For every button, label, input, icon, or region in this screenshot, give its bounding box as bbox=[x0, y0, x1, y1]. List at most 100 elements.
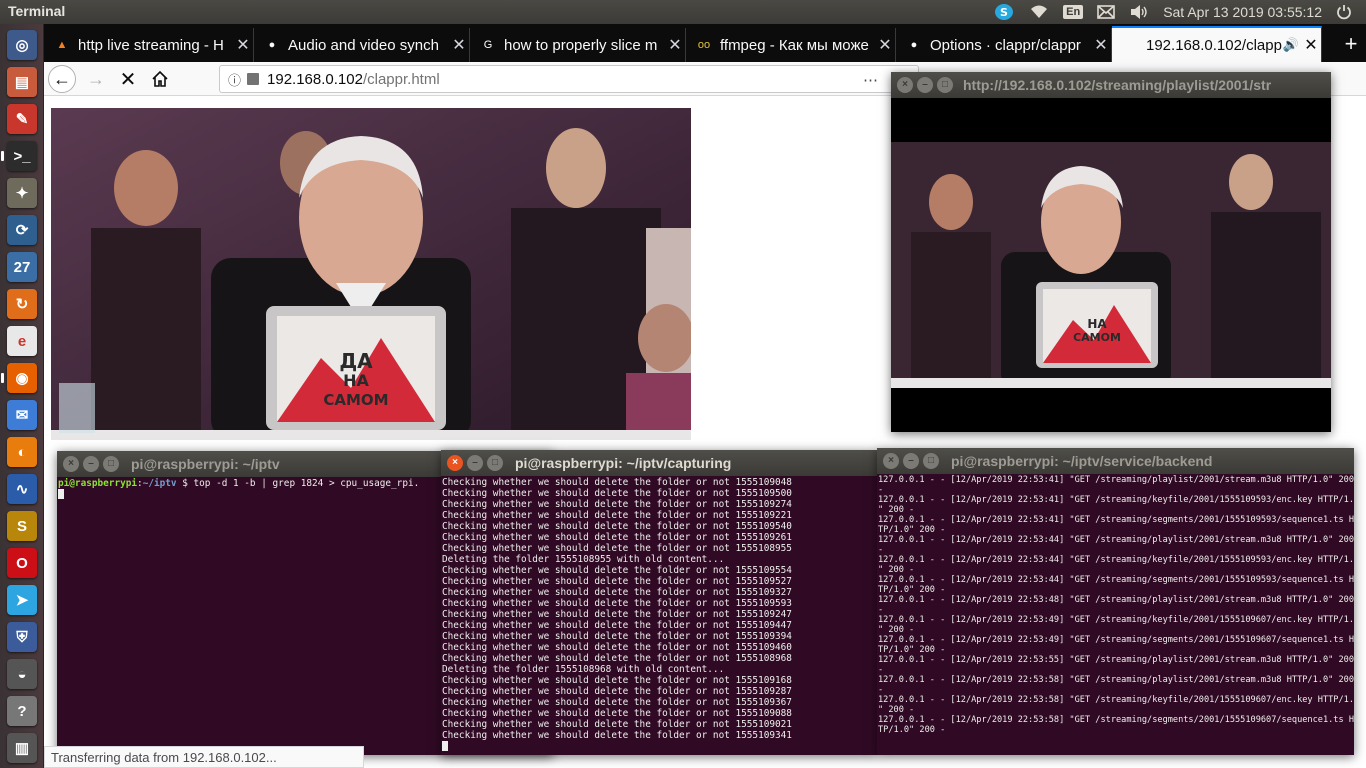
minimize-button[interactable]: – bbox=[903, 453, 919, 469]
lang-badge: En bbox=[1063, 5, 1084, 19]
blender-icon[interactable]: ◐ bbox=[7, 437, 37, 467]
trash-icon[interactable]: ▥ bbox=[7, 733, 37, 763]
browser-tab[interactable]: ● Audio and video synch ✕ bbox=[254, 28, 470, 62]
browser-tab[interactable]: Ghow to properly slice m ✕ bbox=[470, 28, 686, 62]
clock[interactable]: Sat Apr 13 2019 03:55:12 bbox=[1163, 4, 1322, 20]
tab-close-icon[interactable]: ✕ bbox=[449, 35, 469, 55]
terminal-line: 127.0.0.1 - - [12/Apr/2019 22:53:58] "GE… bbox=[878, 695, 1354, 705]
tab-close-icon[interactable]: ✕ bbox=[665, 35, 685, 55]
maximize-button[interactable]: □ bbox=[937, 77, 953, 93]
tab-close-icon[interactable]: ✕ bbox=[1301, 35, 1321, 55]
keyboard-layout-indicator[interactable]: En bbox=[1063, 5, 1084, 19]
thunderbird-icon[interactable]: ✉ bbox=[7, 400, 37, 430]
prompt-user: pi@raspberrypi bbox=[58, 478, 138, 489]
gimp-icon[interactable]: ✦ bbox=[7, 178, 37, 208]
browser-tab[interactable]: 192.168.0.102/clapp 🔊 ✕ bbox=[1112, 26, 1322, 62]
terminal-line: Checking whether we should delete the fo… bbox=[442, 609, 792, 620]
url-path: /clappr.html bbox=[362, 70, 440, 88]
telegram-icon[interactable]: ➤ bbox=[7, 585, 37, 615]
minimize-button[interactable]: – bbox=[83, 456, 99, 472]
opera-icon[interactable]: O bbox=[7, 548, 37, 578]
terminal-output[interactable]: Checking whether we should delete the fo… bbox=[441, 476, 877, 755]
browser-tab[interactable]: oo ffmpeg - Как мы може ✕ bbox=[686, 28, 896, 62]
terminal-window-backend: × – □ pi@raspberrypi: ~/iptv/service/backe… bbox=[877, 448, 1354, 755]
url-host: 192.168.0.102 bbox=[267, 70, 363, 88]
terminal-line: " 200 - bbox=[878, 625, 915, 635]
terminal-line: - bbox=[878, 545, 884, 555]
browser-tab[interactable]: ● Options · clappr/clappr ✕ bbox=[896, 28, 1112, 62]
tab-close-icon[interactable]: ✕ bbox=[1091, 35, 1111, 55]
terminal-line: TP/1.0" 200 - bbox=[878, 725, 946, 735]
terminal-title-bar[interactable]: × – □ pi@raspberrypi: ~/iptv/capturing bbox=[441, 450, 877, 476]
terminal-line: 127.0.0.1 - - [12/Apr/2019 22:53:49] "GE… bbox=[878, 635, 1354, 645]
maximize-button[interactable]: □ bbox=[103, 456, 119, 472]
shield-icon[interactable]: ⛨ bbox=[7, 622, 37, 652]
terminal-line: Checking whether we should delete the fo… bbox=[442, 708, 792, 719]
skype-icon[interactable]: S bbox=[993, 2, 1015, 22]
back-button[interactable]: ← bbox=[48, 65, 76, 93]
page-actions-icon[interactable]: ⋯ bbox=[863, 71, 878, 89]
info-icon[interactable]: ⓘ bbox=[228, 70, 241, 89]
popup-video-frame: НА САМОМ bbox=[891, 142, 1331, 388]
close-button[interactable]: × bbox=[897, 77, 913, 93]
terminal-icon[interactable]: >_ bbox=[7, 141, 37, 171]
forward-button[interactable]: → bbox=[82, 65, 110, 93]
terminal-output[interactable]: 127.0.0.1 - - [12/Apr/2019 22:53:41] "GE… bbox=[877, 474, 1354, 755]
browser-tab[interactable]: ▲ http live streaming - H ✕ bbox=[44, 28, 254, 62]
terminal-line: TP/1.0" 200 - bbox=[878, 585, 946, 595]
settings-icon[interactable]: ✎ bbox=[7, 104, 37, 134]
volume-icon[interactable] bbox=[1129, 4, 1149, 20]
mail-indicator-icon[interactable] bbox=[1097, 5, 1115, 19]
terminal-line: 127.0.0.1 - - [12/Apr/2019 22:53:58] "GE… bbox=[878, 715, 1354, 725]
terminal-line: - bbox=[878, 605, 884, 615]
running-indicator bbox=[1, 151, 4, 161]
monitor-icon[interactable]: ∿ bbox=[7, 474, 37, 504]
help-icon[interactable]: ? bbox=[7, 696, 37, 726]
mail-icon[interactable]: e bbox=[7, 326, 37, 356]
popup-logo-text-2: САМОМ bbox=[1073, 331, 1121, 344]
terminal-title: pi@raspberrypi: ~/iptv bbox=[131, 456, 280, 472]
terminal-line: Checking whether we should delete the fo… bbox=[442, 631, 792, 642]
wifi-icon[interactable] bbox=[1029, 4, 1049, 20]
close-button[interactable]: × bbox=[63, 456, 79, 472]
popup-player-window: × – □ http://192.168.0.102/streaming/playl… bbox=[891, 72, 1331, 432]
maximize-button[interactable]: □ bbox=[487, 455, 503, 471]
terminal-title-bar[interactable]: × – □ pi@raspberrypi: ~/iptv/service/backe… bbox=[877, 448, 1354, 474]
terminal-line: - bbox=[878, 685, 884, 695]
tab-close-icon[interactable]: ✕ bbox=[875, 35, 895, 55]
home-button[interactable] bbox=[146, 65, 174, 93]
terminal-line: Checking whether we should delete the fo… bbox=[442, 642, 792, 653]
logo-text-2: НА bbox=[343, 371, 369, 390]
maximize-button[interactable]: □ bbox=[923, 453, 939, 469]
sync-icon[interactable]: ↻ bbox=[7, 289, 37, 319]
popup-video-area[interactable]: НА САМОМ bbox=[891, 98, 1331, 432]
terminal-line: Checking whether we should delete the fo… bbox=[442, 576, 792, 587]
tab-close-icon[interactable]: ✕ bbox=[233, 35, 253, 55]
tab-favicon-icon bbox=[1122, 37, 1138, 53]
dash-icon[interactable]: ◎ bbox=[7, 30, 37, 60]
disk-icon[interactable]: ◒ bbox=[7, 659, 37, 689]
launcher: ◎ ▤ ✎ >_ ✦ ⟳ 27 ↻ e ◉ ✉ ◐ ∿ S O ➤ ⛨ ◒? ▥ bbox=[0, 24, 44, 768]
minimize-button[interactable]: – bbox=[467, 455, 483, 471]
url-bar[interactable]: ⓘ 192.168.0.102/clappr.html ⋯ ♡ bbox=[219, 65, 919, 93]
terminal-line: Checking whether we should delete the fo… bbox=[442, 675, 792, 686]
close-button[interactable]: × bbox=[883, 453, 899, 469]
power-icon[interactable] bbox=[1336, 4, 1352, 20]
stop-button[interactable]: ✕ bbox=[114, 65, 142, 93]
popup-title-bar[interactable]: × – □ http://192.168.0.102/streaming/playl… bbox=[891, 72, 1331, 98]
firefox-icon[interactable]: ◉ bbox=[7, 363, 37, 393]
minimize-button[interactable]: – bbox=[917, 77, 933, 93]
files-icon[interactable]: ▤ bbox=[7, 67, 37, 97]
sublime-icon[interactable]: S bbox=[7, 511, 37, 541]
main-video-player[interactable]: ДА НА САМОМ bbox=[51, 108, 691, 440]
new-tab-button[interactable]: + bbox=[1336, 28, 1366, 62]
close-button[interactable]: × bbox=[447, 455, 463, 471]
tab-audio-icon[interactable]: 🔊 bbox=[1283, 37, 1299, 53]
popup-video: НА САМОМ bbox=[891, 142, 1331, 388]
network-icon[interactable]: ⟳ bbox=[7, 215, 37, 245]
system-tray: S En Sat Apr 13 2019 03:55:12 bbox=[993, 0, 1366, 24]
calendar-icon[interactable]: 27 bbox=[7, 252, 37, 282]
terminal-line: Checking whether we should delete the fo… bbox=[442, 488, 792, 499]
terminal-line: 127.0.0.1 - - [12/Apr/2019 22:53:58] "GE… bbox=[878, 675, 1354, 685]
terminal-window-capturing: × – □ pi@raspberrypi: ~/iptv/capturing Che… bbox=[441, 450, 877, 755]
